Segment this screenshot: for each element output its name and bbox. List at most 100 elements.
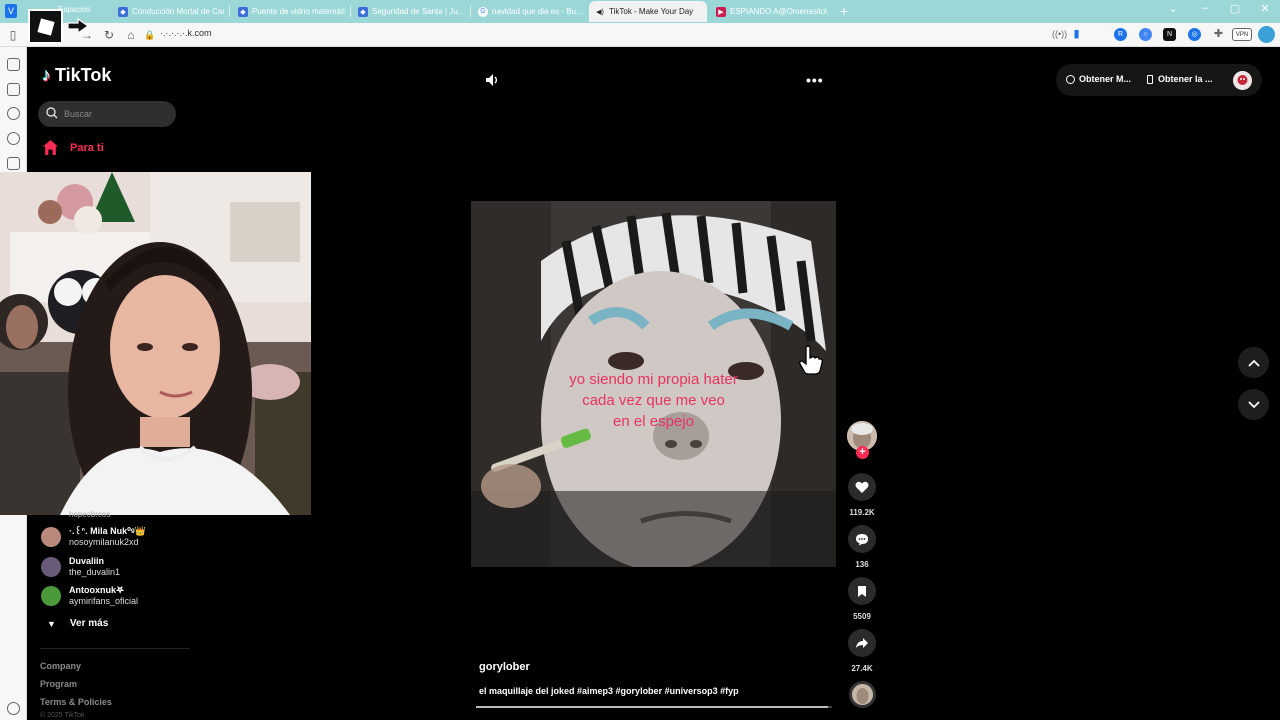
following-item[interactable]: Antooxnuk𖤐 aymirifans_oficial xyxy=(41,585,138,607)
tab-1[interactable]: ◆ Puente de vidrio matemáti xyxy=(232,1,346,22)
tiktok-logo[interactable]: ♪ TikTok xyxy=(42,65,111,86)
video-player[interactable]: yo siendo mi propia hater cada vez que m… xyxy=(471,201,836,567)
browser-menu-button[interactable]: V xyxy=(5,4,17,18)
comment-icon xyxy=(856,533,868,545)
tab-title: Seguridad de Santa | Juego xyxy=(372,7,466,16)
avatar-image xyxy=(1233,71,1252,90)
settings-icon[interactable] xyxy=(7,702,20,715)
maximize-button[interactable]: ▢ xyxy=(1226,2,1244,15)
save-button[interactable] xyxy=(848,577,876,605)
footer-link-company[interactable]: Company xyxy=(40,661,81,671)
follow-plus-button[interactable]: + xyxy=(856,446,869,459)
google-icon: G xyxy=(478,6,488,17)
following-username: aymirifans_oficial xyxy=(69,596,139,606)
bookmarks-panel-icon[interactable] xyxy=(7,58,20,71)
puzzle-icon[interactable]: ✚ xyxy=(1212,28,1225,41)
url-field[interactable]: ·.·.·.·.·.k.com xyxy=(160,28,212,38)
bookmark-icon[interactable]: ▮ xyxy=(1070,28,1083,41)
screen: V Espacios ◆ Conducción Mortal de Car ◆ … xyxy=(0,0,1280,720)
following-item[interactable]: Duvaliin the_duvalin1 xyxy=(41,556,120,578)
share-count: 27.4K xyxy=(851,664,873,673)
following-item-clipped: hopecbrcos xyxy=(69,510,111,519)
reload-icon[interactable]: ↻ xyxy=(100,26,118,44)
video-caption-overlay: yo siendo mi propia hater cada vez que m… xyxy=(471,369,836,432)
avatar xyxy=(41,586,61,606)
caption-line: en el espejo xyxy=(613,413,694,430)
tab-2[interactable]: ◆ Seguridad de Santa | Juego xyxy=(352,1,466,22)
lock-icon: 🔒 xyxy=(144,30,156,40)
downloads-icon[interactable] xyxy=(7,107,20,120)
reading-list-icon[interactable] xyxy=(7,83,20,96)
get-app-label: Obtener la ... xyxy=(1158,74,1213,84)
chevron-up-icon xyxy=(1247,359,1260,367)
profile-icon[interactable] xyxy=(1258,26,1275,43)
extension-r-icon[interactable]: R xyxy=(1114,28,1127,41)
extension-blue-icon[interactable]: ◎ xyxy=(1188,28,1201,41)
video-progress-bar[interactable] xyxy=(476,706,832,708)
home-icon[interactable]: ⌂ xyxy=(122,26,140,44)
next-video-button[interactable] xyxy=(1238,389,1269,420)
tab-4-active[interactable]: ◀) TikTok - Make Your Day xyxy=(589,1,707,22)
see-more-button[interactable]: ▼ Ver más xyxy=(47,618,108,629)
video-description: el maquillaje del joked #aimep3 #gorylob… xyxy=(479,686,739,696)
search-box[interactable] xyxy=(38,101,176,127)
roblox-icon: ◆ xyxy=(358,6,368,17)
tab-title: Conducción Mortal de Car xyxy=(132,7,225,16)
nav-for-you[interactable]: Para ti xyxy=(42,139,104,156)
extension-search-icon[interactable]: ○ xyxy=(1139,28,1152,41)
caption-line: cada vez que me veo xyxy=(582,392,725,409)
minimize-button[interactable]: – xyxy=(1196,2,1214,14)
tab-0[interactable]: ◆ Conducción Mortal de Car xyxy=(112,1,226,22)
following-display-name: ·.꒰ᐢ. Mila Nuk⁰ᵍ👑 xyxy=(69,526,146,536)
music-disc-image xyxy=(852,684,873,705)
tab-title: navidad que dia es - Busca xyxy=(492,7,586,16)
mouse-cursor-hand xyxy=(799,345,823,375)
following-item[interactable]: ·.꒰ᐢ. Mila Nuk⁰ᵍ👑 nosoymilanuk2xd xyxy=(41,526,146,548)
more-options-button[interactable]: ••• xyxy=(806,72,824,88)
tab-title: Puente de vidrio matemáti xyxy=(252,7,345,16)
roblox-icon: ◆ xyxy=(238,6,248,17)
wifi-icon[interactable]: ((•)) xyxy=(1052,28,1067,41)
notes-icon[interactable] xyxy=(7,157,20,170)
history-icon[interactable] xyxy=(7,132,20,145)
comment-count: 136 xyxy=(855,560,869,569)
like-button[interactable] xyxy=(848,473,876,501)
address-bar: ▯ → ↻ ⌂ 🔒 ·.·.·.·.·.k.com ((•)) ▮ R ○ N … xyxy=(0,23,1280,47)
see-more-label: Ver más xyxy=(69,618,109,629)
tab-3[interactable]: G navidad que dia es - Busca xyxy=(472,1,586,22)
tab-title: TikTok - Make Your Day xyxy=(609,7,694,16)
phone-icon xyxy=(1147,74,1153,84)
video-author[interactable]: gorylober xyxy=(479,661,530,673)
following-username: the_duvalin1 xyxy=(69,567,121,577)
search-icon xyxy=(46,107,58,119)
roblox-icon: ◆ xyxy=(118,6,128,17)
comment-button[interactable] xyxy=(848,525,876,553)
get-app-button[interactable]: Obtener la ... xyxy=(1147,74,1213,84)
browser-tab-bar: V Espacios ◆ Conducción Mortal de Car ◆ … xyxy=(0,0,1280,23)
tab-5[interactable]: ▶ ESPIANDO A@Omenasito\ xyxy=(710,1,830,22)
get-coins-button[interactable]: Obtener M... xyxy=(1066,74,1131,84)
sound-icon[interactable] xyxy=(485,73,499,87)
sidebar-toggle-icon[interactable]: ▯ xyxy=(4,26,22,44)
close-button[interactable]: ✕ xyxy=(1256,2,1274,15)
new-tab-button[interactable]: + xyxy=(836,3,852,19)
chevron-down-icon xyxy=(1247,400,1260,408)
previous-video-button[interactable] xyxy=(1238,347,1269,378)
footer-link-program[interactable]: Program xyxy=(40,679,77,689)
heart-icon xyxy=(855,481,869,493)
caption-line: yo siendo mi propia hater xyxy=(569,371,738,388)
avatar xyxy=(41,527,61,547)
music-disc[interactable] xyxy=(849,681,876,708)
notion-icon[interactable]: N xyxy=(1163,28,1176,41)
divider xyxy=(40,648,190,649)
nav-for-you-label: Para ti xyxy=(70,141,104,154)
footer-link-terms[interactable]: Terms & Policies xyxy=(40,697,112,707)
search-input[interactable] xyxy=(64,105,164,123)
tab-list-icon[interactable]: ⌄ xyxy=(1164,2,1182,15)
roblox-logo-overlay xyxy=(28,9,63,44)
share-button[interactable] xyxy=(848,629,876,657)
user-avatar[interactable] xyxy=(1233,71,1252,90)
vpn-icon[interactable]: VPN xyxy=(1232,28,1252,41)
youtube-icon: ▶ xyxy=(716,6,726,17)
pointing-hand-icon xyxy=(67,17,90,35)
